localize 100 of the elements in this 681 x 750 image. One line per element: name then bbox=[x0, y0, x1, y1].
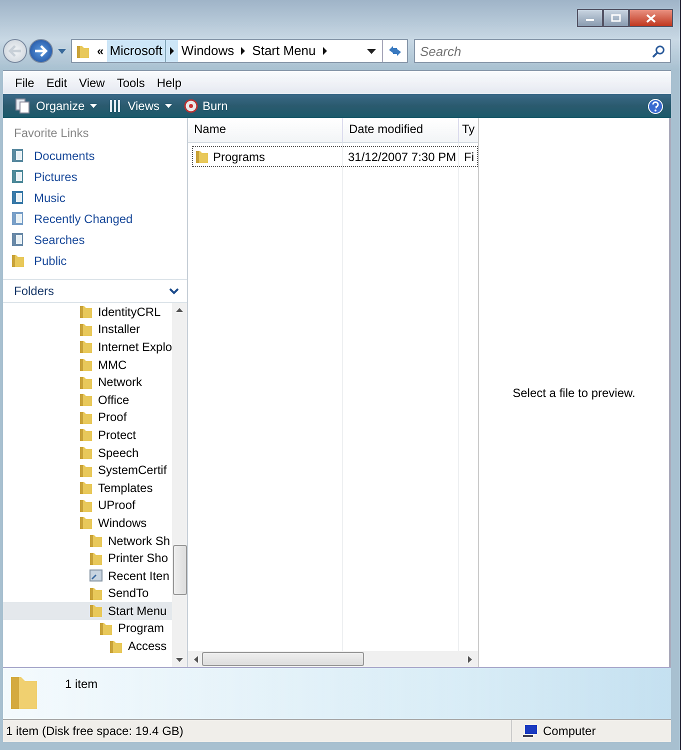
chevron-down-icon bbox=[169, 288, 179, 294]
right-arrow-icon bbox=[34, 45, 48, 57]
tree-item[interactable]: Office bbox=[3, 390, 172, 409]
tree-item[interactable]: Windows bbox=[3, 514, 172, 532]
folder-icon bbox=[89, 533, 103, 548]
tree-item[interactable]: Program bbox=[3, 620, 172, 638]
favorite-link[interactable]: Recently Changed bbox=[11, 208, 187, 229]
folder-icon bbox=[79, 480, 93, 496]
left-arrow-icon bbox=[8, 45, 22, 57]
horizontal-scrollbar[interactable] bbox=[188, 651, 478, 667]
favorite-link[interactable]: Searches bbox=[11, 229, 187, 250]
folder-icon bbox=[79, 498, 93, 513]
scroll-right-icon[interactable] bbox=[468, 656, 472, 662]
folder-icon bbox=[76, 43, 90, 59]
back-button[interactable] bbox=[3, 39, 27, 63]
favorite-link[interactable]: Music bbox=[11, 187, 187, 208]
menu-item[interactable]: Edit bbox=[40, 76, 74, 90]
tree-item[interactable]: UProof bbox=[3, 496, 172, 514]
folder-icon bbox=[79, 322, 93, 337]
folders-header[interactable]: Folders bbox=[3, 280, 187, 303]
tree-item[interactable]: SystemCertif bbox=[3, 461, 172, 479]
history-dropdown-icon[interactable] bbox=[58, 48, 66, 54]
menu-item[interactable]: Help bbox=[150, 76, 188, 90]
column-header[interactable]: Name bbox=[188, 118, 343, 142]
breadcrumb[interactable]: Start Menu bbox=[249, 40, 319, 62]
shortcut-icon bbox=[89, 568, 103, 584]
scroll-left-icon[interactable] bbox=[194, 656, 198, 662]
folder-icon bbox=[79, 462, 93, 478]
scrollbar-thumb[interactable] bbox=[202, 652, 364, 666]
music-library-icon bbox=[11, 190, 25, 205]
computer-icon bbox=[522, 724, 538, 738]
zone-label: Computer bbox=[543, 724, 596, 738]
help-icon[interactable] bbox=[648, 98, 663, 114]
toolbar-button[interactable]: Views bbox=[102, 99, 178, 113]
close-icon bbox=[646, 14, 656, 22]
favorite-link[interactable]: Documents bbox=[11, 145, 187, 166]
tree-item[interactable]: Access bbox=[3, 637, 172, 655]
tree-item[interactable]: Speech bbox=[3, 444, 172, 462]
favorite-link[interactable]: Public bbox=[11, 250, 187, 271]
dropdown-arrow-icon[interactable] bbox=[367, 48, 376, 54]
recent-items-icon bbox=[11, 211, 25, 226]
folder-icon bbox=[79, 304, 93, 320]
tree-item[interactable]: MMC bbox=[3, 356, 172, 374]
minimize-button[interactable] bbox=[577, 9, 603, 27]
scroll-down-icon[interactable] bbox=[176, 658, 184, 662]
tree-item[interactable]: Network bbox=[3, 373, 172, 391]
folder-icon bbox=[89, 586, 103, 601]
section-heading: Favorite Links bbox=[14, 126, 90, 140]
search-field[interactable]: Search bbox=[414, 39, 671, 63]
pages-icon bbox=[15, 98, 31, 114]
search-icon[interactable] bbox=[652, 45, 665, 58]
picture-library-icon bbox=[11, 169, 25, 184]
preview-message: Select a file to preview. bbox=[512, 386, 636, 400]
item-count: 1 item bbox=[65, 677, 98, 691]
folder-icon bbox=[99, 620, 113, 636]
vertical-scrollbar[interactable] bbox=[172, 303, 187, 667]
tree-item[interactable]: Network Sh bbox=[3, 532, 172, 550]
column-header[interactable]: Ty bbox=[459, 118, 478, 142]
column-header[interactable]: Date modified bbox=[343, 118, 459, 142]
file-row[interactable]: Programs 31/12/2007 7:30 PM Fi bbox=[192, 146, 478, 167]
tree-item[interactable]: IdentityCRL bbox=[3, 303, 172, 321]
breadcrumb[interactable]: Windows bbox=[178, 40, 238, 62]
tree-item[interactable]: Internet Explo bbox=[3, 338, 172, 356]
toolbar-button[interactable]: Burn bbox=[178, 99, 234, 113]
table-cell-text: 31/12/2007 7:30 PM bbox=[347, 150, 458, 164]
folder-icon bbox=[109, 638, 123, 654]
address-bar[interactable]: « Microsoft Windows Start Menu bbox=[71, 39, 408, 63]
folder-icon bbox=[79, 374, 93, 390]
table-cell-text: Programs bbox=[213, 150, 266, 164]
folder-icon bbox=[89, 603, 103, 618]
folder-icon bbox=[79, 427, 93, 442]
tree-item[interactable]: Recent Iten bbox=[3, 566, 172, 584]
breadcrumb[interactable]: Microsoft bbox=[106, 40, 166, 62]
menu-item[interactable]: File bbox=[9, 76, 40, 90]
tree-item[interactable]: Start Menu bbox=[3, 602, 172, 620]
menu-item[interactable]: View bbox=[73, 76, 111, 90]
tree-item[interactable]: SendTo bbox=[3, 584, 172, 602]
tree-item[interactable]: Proof bbox=[3, 408, 172, 426]
caret-icon bbox=[90, 104, 97, 108]
close-button[interactable] bbox=[629, 9, 673, 27]
disc-icon bbox=[184, 99, 198, 113]
status-text: 1 item (Disk free space: 19.4 GB) bbox=[5, 724, 184, 738]
tree-item[interactable]: Templates bbox=[3, 478, 172, 497]
refresh-icon bbox=[387, 44, 403, 58]
tree-item[interactable]: Protect bbox=[3, 426, 172, 444]
favorite-link[interactable]: Pictures bbox=[11, 166, 187, 187]
scroll-up-icon[interactable] bbox=[176, 308, 184, 312]
tree-item[interactable]: Printer Sho bbox=[3, 549, 172, 567]
toolbar-button[interactable]: Organize bbox=[9, 98, 103, 114]
forward-button[interactable] bbox=[29, 39, 53, 63]
caret-icon bbox=[164, 104, 172, 108]
maximize-button[interactable] bbox=[603, 9, 629, 27]
tree-item[interactable]: Installer bbox=[3, 320, 172, 338]
folder-icon bbox=[11, 253, 25, 268]
overflow-chevron[interactable]: « bbox=[94, 44, 107, 58]
scrollbar-thumb[interactable] bbox=[172, 545, 187, 595]
table-cell-text: Fi bbox=[463, 150, 474, 164]
folder-icon bbox=[79, 339, 93, 354]
document-library-icon bbox=[11, 148, 25, 163]
menu-item[interactable]: Tools bbox=[110, 76, 151, 90]
